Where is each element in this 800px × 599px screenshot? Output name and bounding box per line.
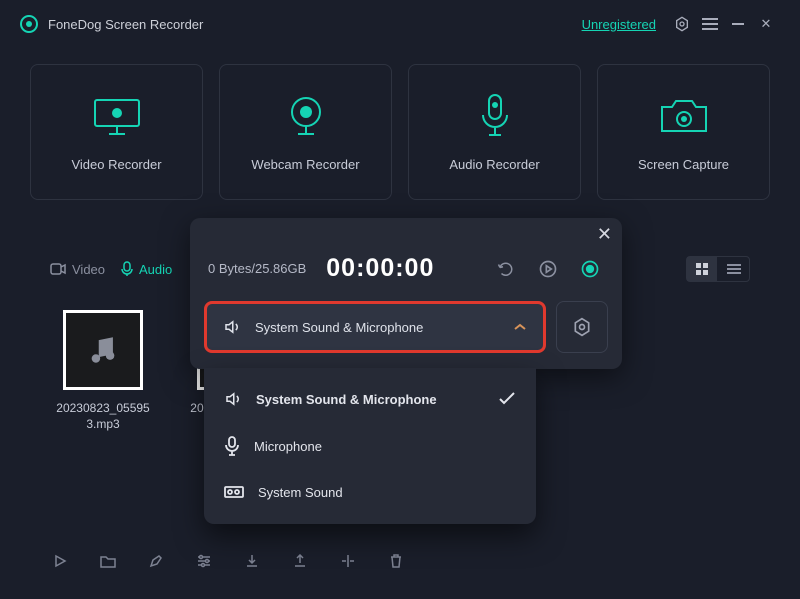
- sliders-icon[interactable]: [194, 551, 214, 571]
- menu-icon[interactable]: [696, 10, 724, 38]
- camera-icon: [658, 93, 710, 139]
- settings-icon[interactable]: [668, 10, 696, 38]
- audio-recorder-card[interactable]: Audio Recorder: [408, 64, 581, 200]
- file-item[interactable]: 20230823_055953.mp3: [54, 310, 152, 432]
- screen-capture-card[interactable]: Screen Capture: [597, 64, 770, 200]
- storage-text: 0 Bytes/25.86GB: [208, 261, 306, 276]
- option-system-sound[interactable]: System Sound: [204, 470, 536, 514]
- option-system-and-mic[interactable]: System Sound & Microphone: [204, 376, 536, 422]
- file-name: 20230823_055953.mp3: [54, 400, 152, 432]
- chevron-up-icon: [513, 322, 527, 332]
- split-icon[interactable]: [338, 551, 358, 571]
- close-window-icon[interactable]: [752, 10, 780, 38]
- card-label: Screen Capture: [638, 157, 729, 172]
- microphone-icon: [224, 436, 240, 456]
- tab-label: Video: [72, 262, 105, 277]
- audio-source-select[interactable]: System Sound & Microphone: [204, 301, 546, 353]
- app-title: FoneDog Screen Recorder: [48, 17, 203, 32]
- audio-source-label: System Sound & Microphone: [255, 320, 499, 335]
- play-circle-icon[interactable]: [534, 255, 562, 283]
- audio-source-dropdown: System Sound & Microphone Microphone Sys…: [204, 368, 536, 524]
- tab-audio[interactable]: Audio: [121, 261, 172, 277]
- card-label: Video Recorder: [71, 157, 161, 172]
- tab-label: Audio: [139, 262, 172, 277]
- undo-icon[interactable]: [492, 255, 520, 283]
- sound-card-icon: [224, 484, 244, 500]
- video-recorder-card[interactable]: Video Recorder: [30, 64, 203, 200]
- view-toggle: [686, 256, 750, 282]
- app-logo: [20, 15, 38, 33]
- unregistered-link[interactable]: Unregistered: [582, 17, 656, 32]
- list-view-button[interactable]: [719, 257, 749, 281]
- check-icon: [498, 392, 516, 406]
- audio-settings-button[interactable]: [556, 301, 608, 353]
- tab-video[interactable]: Video: [50, 262, 105, 277]
- timer-text: 00:00:00: [326, 254, 434, 283]
- card-label: Audio Recorder: [449, 157, 539, 172]
- option-label: Microphone: [254, 439, 322, 454]
- option-microphone[interactable]: Microphone: [204, 422, 536, 470]
- trash-icon[interactable]: [386, 551, 406, 571]
- edit-icon[interactable]: [146, 551, 166, 571]
- close-icon[interactable]: ✕: [597, 224, 612, 245]
- option-label: System Sound: [258, 485, 343, 500]
- minimize-icon[interactable]: [724, 10, 752, 38]
- import-icon[interactable]: [242, 551, 262, 571]
- option-label: System Sound & Microphone: [256, 392, 437, 407]
- titlebar: FoneDog Screen Recorder Unregistered: [0, 0, 800, 48]
- music-note-icon: [63, 310, 143, 390]
- webcam-recorder-card[interactable]: Webcam Recorder: [219, 64, 392, 200]
- mode-cards: Video Recorder Webcam Recorder Audio Rec…: [0, 48, 800, 216]
- recording-panel: ✕ 0 Bytes/25.86GB 00:00:00 System Sound …: [190, 218, 622, 369]
- speaker-icon: [223, 318, 241, 336]
- record-icon[interactable]: [576, 255, 604, 283]
- microphone-icon: [478, 93, 512, 139]
- speaker-icon: [224, 390, 242, 408]
- monitor-icon: [89, 93, 145, 139]
- bottom-toolbar: [30, 543, 770, 579]
- grid-view-button[interactable]: [687, 257, 717, 281]
- webcam-icon: [284, 93, 328, 139]
- card-label: Webcam Recorder: [251, 157, 359, 172]
- export-icon[interactable]: [290, 551, 310, 571]
- folder-icon[interactable]: [98, 551, 118, 571]
- play-icon[interactable]: [50, 551, 70, 571]
